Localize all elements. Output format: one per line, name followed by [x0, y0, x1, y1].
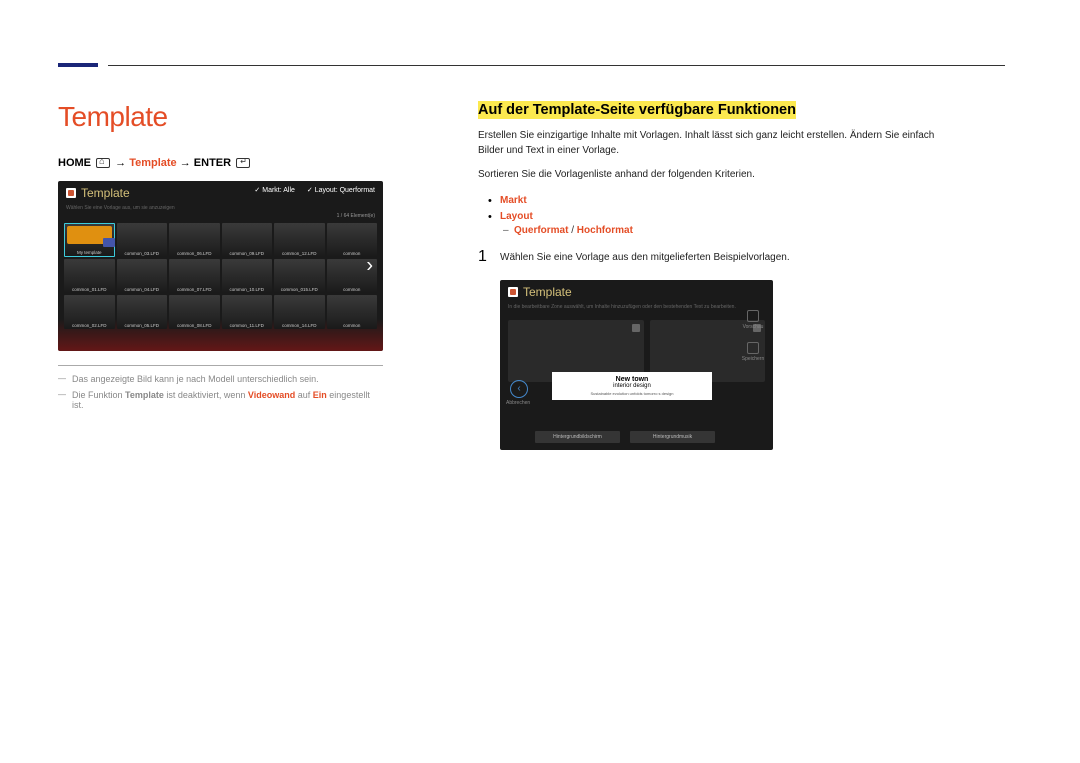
textbox-title: New town — [556, 376, 708, 383]
breadcrumb-enter: ENTER — [194, 157, 231, 169]
footnote-2: Die Funktion Template ist deaktiviert, w… — [58, 390, 383, 416]
breadcrumb-template: Template — [129, 157, 176, 169]
step-1-number: 1 — [478, 248, 500, 266]
thumbnail: common_14.LFD — [274, 295, 325, 329]
thumbnail: common_01.LFD — [64, 259, 115, 293]
step-1-text: Wählen Sie eine Vorlage aus den mitgelie… — [500, 248, 790, 263]
breadcrumb-arrow: → — [115, 157, 126, 169]
breadcrumb-home: HOME — [58, 157, 91, 169]
page-heading: Template — [58, 101, 383, 133]
thumbnail: common_12.LFD — [274, 223, 325, 257]
background-screen-button: Hintergrundbildschirm — [535, 431, 620, 443]
save-icon — [747, 342, 759, 354]
textbox-tagline: Sustainable evolution unfolds tomorro s … — [556, 391, 708, 396]
step-1: 1 Wählen Sie eine Vorlage aus den mitgel… — [478, 248, 948, 266]
thumbnail-my-template: My template — [64, 223, 115, 257]
thumbnail: common — [327, 295, 378, 329]
thumbnail: common_10.LFD — [222, 259, 273, 293]
template-app-icon — [66, 188, 76, 198]
section-para-2: Sortieren Sie die Vorlagenliste anhand d… — [478, 168, 948, 183]
thumbnail: common_03.LFD — [117, 223, 168, 257]
template-edit-screenshot: Template In die bearbeitbare Zone auswäh… — [500, 280, 773, 450]
breadcrumb: HOME → Template → ENTER — [58, 157, 383, 169]
thumbnail: common_07.LFD — [169, 259, 220, 293]
image-placeholder-icon — [632, 324, 640, 332]
back-arrow-icon: ‹ — [517, 384, 520, 394]
bullet-layout: Layout — [478, 209, 948, 225]
textbox-subtitle: interior design — [556, 383, 708, 389]
section-heading: Auf der Template-Seite verfügbare Funkti… — [478, 101, 796, 119]
breadcrumb-arrow2: → — [180, 157, 191, 169]
template-grid: My template common_03.LFD common_06.LFD … — [58, 219, 383, 333]
thumbnail: common_02.LFD — [64, 295, 115, 329]
template-grid-title: Template — [81, 186, 130, 200]
thumbnail: common_04.LFD — [117, 259, 168, 293]
dropdown-market: ✓ Markt: Alle — [254, 186, 295, 194]
footnotes: Das angezeigte Bild kann je nach Modell … — [58, 365, 383, 416]
back-button: ‹ — [510, 380, 528, 398]
next-page-arrow: › — [366, 255, 373, 278]
dropdown-layout: ✓ Layout: Querformat — [307, 186, 375, 194]
back-button-label: Abbrechen — [506, 400, 530, 406]
template-grid-screenshot: Template ✓ Markt: Alle ✓ Layout: Querfor… — [58, 181, 383, 351]
template-grid-subtitle: Wählen Sie eine Vorlage aus, um sie anzu… — [58, 205, 383, 213]
sidebar-save: Speichern — [738, 342, 768, 362]
thumbnail: common_06.LFD — [169, 223, 220, 257]
section-para-1: Erstellen Sie einzigartige Inhalte mit V… — [478, 129, 948, 158]
edit-sidebar: Vorschau Speichern — [738, 310, 768, 374]
home-icon — [96, 158, 110, 168]
background-music-button: Hintergrundmusik — [630, 431, 715, 443]
template-textbox: New town interior design Sustainable evo… — [552, 372, 712, 400]
thumbnail: common — [327, 223, 378, 257]
footnote-1: Das angezeigte Bild kann je nach Modell … — [58, 374, 383, 390]
thumbnail: common_11.LFD — [222, 295, 273, 329]
preview-icon — [747, 310, 759, 322]
thumbnail: common_09.LFD — [222, 223, 273, 257]
subbullet-format: Querformat / Hochformat — [478, 225, 948, 236]
template-edit-subtitle: In die bearbeitbare Zone auswählt, um In… — [500, 304, 773, 312]
section-accent-bar — [58, 63, 98, 67]
bullet-markt: Markt — [478, 193, 948, 209]
thumbnail: common_015.LFD — [274, 259, 325, 293]
sidebar-preview: Vorschau — [738, 310, 768, 330]
template-edit-title: Template — [523, 285, 572, 299]
thumbnail: common_08.LFD — [169, 295, 220, 329]
template-app-icon — [508, 287, 518, 297]
thumbnail: common_05.LFD — [117, 295, 168, 329]
top-horizontal-rule — [108, 65, 1005, 66]
enter-icon — [236, 158, 250, 168]
